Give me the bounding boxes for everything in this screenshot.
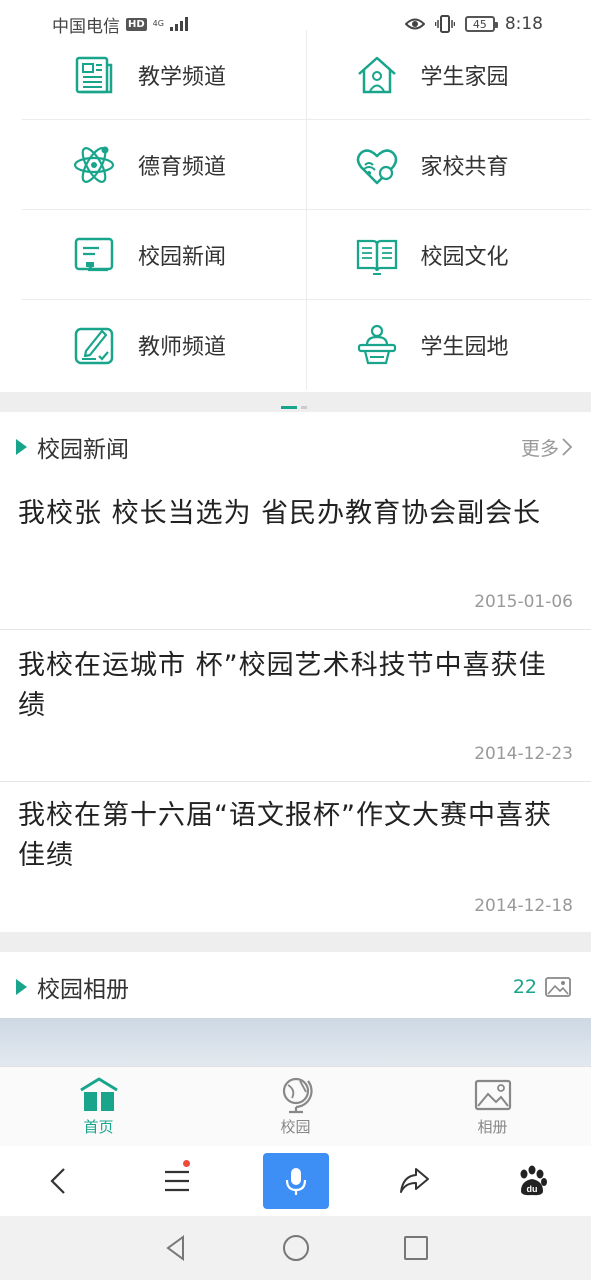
- baidu-paw-icon: du: [520, 1165, 547, 1196]
- tab-label: 校园: [280, 1118, 311, 1136]
- microphone-icon: [285, 1168, 306, 1195]
- tab-home[interactable]: 首页: [0, 1067, 197, 1146]
- grid-item-teacher[interactable]: 教师频道: [22, 300, 307, 390]
- image-icon: [474, 1079, 511, 1111]
- tab-label: 首页: [83, 1118, 114, 1136]
- system-nav-bar: [0, 1216, 591, 1280]
- grid-row: 校园新闻 校园文化: [22, 210, 591, 300]
- signal-icon: [169, 17, 188, 31]
- network-type: 4G: [152, 19, 164, 28]
- edit-doc-icon: [72, 323, 116, 367]
- triangle-marker-icon: [16, 439, 27, 455]
- album-section-header: 校园相册 22: [0, 962, 591, 1012]
- news-title: 我校张 校长当选为 省民办教育协会副会长: [18, 498, 542, 529]
- grid-item-moral[interactable]: 德育频道: [22, 120, 307, 209]
- grid-item-label: 校园文化: [420, 244, 509, 270]
- chevron-left-icon: [50, 1168, 65, 1194]
- grid-row: 德育频道 家校共育: [22, 120, 591, 210]
- news-section-header: 校园新闻 更多: [0, 422, 591, 472]
- home-icon: [355, 53, 399, 97]
- news-date: 2014-12-23: [474, 744, 573, 764]
- tab-album[interactable]: 相册: [394, 1067, 591, 1146]
- nav-home-icon[interactable]: [281, 1233, 311, 1263]
- nav-back-icon[interactable]: [161, 1233, 191, 1263]
- grid-item-home-school[interactable]: 家校共育: [307, 120, 591, 209]
- photo-count-value: 22: [512, 976, 537, 998]
- podium-icon: [355, 323, 399, 367]
- news-item[interactable]: 我校张 校长当选为 省民办教育协会副会长 2015-01-06: [0, 478, 591, 630]
- news-date: 2015-01-06: [474, 592, 573, 612]
- menu-icon: [165, 1170, 190, 1192]
- divider: [0, 932, 591, 952]
- page-indicator: [281, 406, 307, 409]
- book-icon: [355, 233, 399, 277]
- news-item[interactable]: 我校在运城市 杯”校园艺术科技节中喜获佳绩 2014-12-23: [0, 630, 591, 782]
- heart-wifi-icon: [355, 143, 399, 187]
- section-title: 校园相册: [37, 977, 129, 1003]
- grid-item-label: 学生园地: [420, 335, 509, 360]
- grid-row: 教师频道 学生园地: [22, 300, 591, 390]
- book-home-icon: [79, 1077, 118, 1111]
- divider: [0, 392, 591, 412]
- grid-item-label: 教学频道: [138, 64, 227, 90]
- grid-item-student-home[interactable]: 学生家园: [307, 30, 591, 119]
- more-label: 更多: [520, 437, 559, 460]
- eye-icon: [404, 18, 425, 30]
- news-board-icon: [72, 233, 116, 277]
- more-link[interactable]: 更多: [521, 434, 573, 461]
- nav-recents-icon[interactable]: [401, 1233, 431, 1263]
- news-title: 我校在运城市 杯”校园艺术科技节中喜获佳绩: [18, 650, 547, 721]
- triangle-marker-icon: [16, 979, 27, 995]
- grid-row: 教学频道 学生家园: [22, 30, 591, 120]
- voice-search-button[interactable]: [236, 1153, 354, 1209]
- tab-campus[interactable]: 校园: [197, 1067, 394, 1146]
- grid-item-campus-culture[interactable]: 校园文化: [307, 210, 591, 299]
- news-title: 我校在第十六届“语文报杯”作文大赛中喜获佳绩: [18, 800, 552, 871]
- news-date: 2014-12-18: [474, 896, 573, 916]
- grid-item-campus-news[interactable]: 校园新闻: [22, 210, 307, 299]
- news-item[interactable]: 我校在第十六届“语文报杯”作文大赛中喜获佳绩 2014-12-18: [0, 782, 591, 932]
- grid-item-teaching[interactable]: 教学频道: [22, 30, 307, 119]
- grid-item-label: 家校共育: [420, 154, 509, 180]
- image-icon: [545, 977, 571, 997]
- grid-item-label: 教师频道: [138, 335, 227, 360]
- section-title: 校园新闻: [37, 437, 129, 463]
- share-button[interactable]: [355, 1164, 473, 1198]
- hd-badge: HD: [126, 17, 147, 31]
- browser-toolbar: du: [0, 1146, 591, 1216]
- tab-bar: 首页 校园 相册: [0, 1066, 591, 1146]
- photo-count[interactable]: 22: [513, 976, 571, 998]
- channel-grid: 教学频道 学生家园 德育频道 家校共育 校园新闻 校园文化 教师频道 学生园地: [22, 30, 591, 390]
- baidu-button[interactable]: du: [473, 1164, 591, 1198]
- back-button[interactable]: [0, 1164, 118, 1198]
- menu-button[interactable]: [118, 1160, 236, 1198]
- document-icon: [72, 53, 116, 97]
- globe-icon: [282, 1077, 313, 1114]
- tab-label: 相册: [477, 1118, 508, 1136]
- grid-item-student-garden[interactable]: 学生园地: [307, 300, 591, 390]
- grid-item-label: 德育频道: [138, 154, 227, 180]
- album-photo[interactable]: [0, 1018, 591, 1068]
- atom-icon: [72, 143, 116, 187]
- chevron-right-icon: [562, 438, 573, 456]
- grid-item-label: 校园新闻: [138, 244, 227, 270]
- svg-text:du: du: [526, 1184, 537, 1194]
- share-icon: [399, 1168, 429, 1193]
- grid-item-label: 学生家园: [420, 64, 509, 90]
